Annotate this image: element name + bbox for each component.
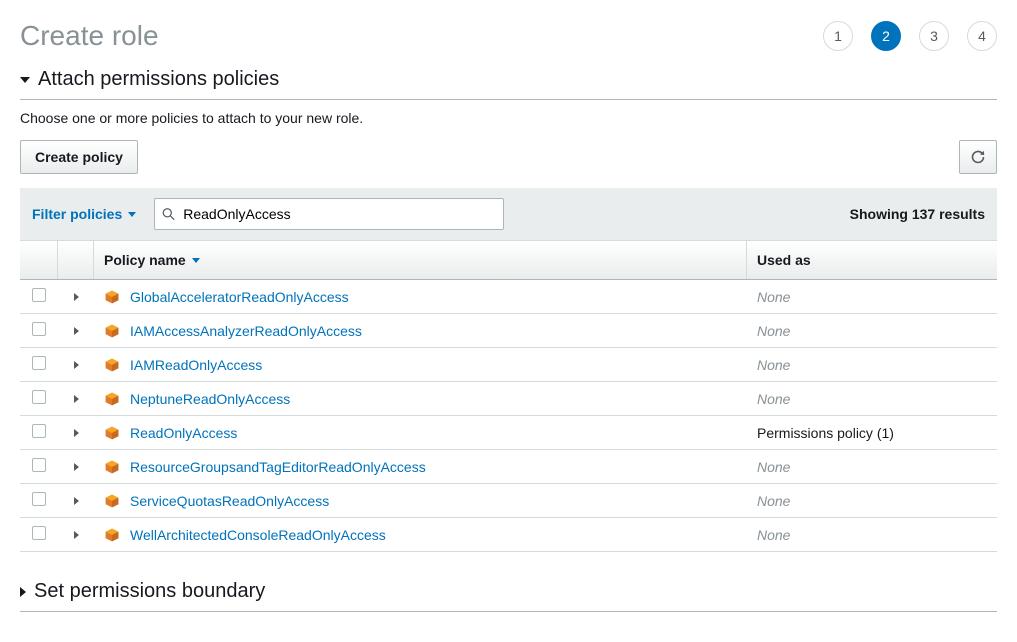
- policy-name-link[interactable]: ServiceQuotasReadOnlyAccess: [130, 493, 329, 509]
- row-checkbox[interactable]: [32, 322, 46, 336]
- attach-policies-title: Attach permissions policies: [38, 68, 279, 91]
- table-header: Policy name Used as: [20, 240, 997, 280]
- caret-right-icon: [20, 587, 26, 597]
- attach-policies-section-toggle[interactable]: Attach permissions policies: [20, 68, 997, 100]
- step-3[interactable]: 3: [919, 21, 949, 51]
- policy-name-link[interactable]: IAMReadOnlyAccess: [130, 357, 262, 373]
- row-checkbox[interactable]: [32, 356, 46, 370]
- attach-policies-subtext: Choose one or more policies to attach to…: [20, 110, 997, 126]
- policy-icon: [104, 425, 120, 441]
- policy-icon: [104, 357, 120, 373]
- expand-row-icon[interactable]: [74, 531, 79, 539]
- expand-row-icon[interactable]: [74, 463, 79, 471]
- used-as-cell: None: [747, 316, 997, 346]
- policy-name-link[interactable]: GlobalAcceleratorReadOnlyAccess: [130, 289, 349, 305]
- sort-indicator-icon: [192, 258, 200, 263]
- column-header-used-as[interactable]: Used as: [747, 241, 997, 279]
- refresh-icon: [970, 149, 986, 165]
- table-body: GlobalAcceleratorReadOnlyAccess None IAMA…: [20, 280, 997, 552]
- used-as-cell: Permissions policy (1): [747, 418, 997, 448]
- policy-icon: [104, 493, 120, 509]
- filter-policies-dropdown[interactable]: Filter policies: [32, 206, 136, 222]
- policy-icon: [104, 323, 120, 339]
- used-as-cell: None: [747, 520, 997, 550]
- table-row: WellArchitectedConsoleReadOnlyAccess None: [20, 518, 997, 552]
- permissions-boundary-section-toggle[interactable]: Set permissions boundary: [20, 580, 997, 612]
- policy-icon: [104, 459, 120, 475]
- row-checkbox[interactable]: [32, 288, 46, 302]
- step-1[interactable]: 1: [823, 21, 853, 51]
- expand-row-icon[interactable]: [74, 395, 79, 403]
- used-as-cell: None: [747, 350, 997, 380]
- wizard-stepper: 1234: [823, 21, 997, 51]
- table-row: GlobalAcceleratorReadOnlyAccess None: [20, 280, 997, 314]
- step-2[interactable]: 2: [871, 21, 901, 51]
- table-row: IAMReadOnlyAccess None: [20, 348, 997, 382]
- row-checkbox[interactable]: [32, 390, 46, 404]
- row-checkbox[interactable]: [32, 526, 46, 540]
- create-policy-button[interactable]: Create policy: [20, 140, 138, 174]
- table-row: NeptuneReadOnlyAccess None: [20, 382, 997, 416]
- expand-row-icon[interactable]: [74, 429, 79, 437]
- used-as-cell: None: [747, 486, 997, 516]
- search-input[interactable]: [154, 198, 504, 230]
- policy-icon: [104, 527, 120, 543]
- column-header-policy-name[interactable]: Policy name: [94, 241, 747, 279]
- permissions-boundary-title: Set permissions boundary: [34, 580, 265, 603]
- expand-row-icon[interactable]: [74, 327, 79, 335]
- policy-name-link[interactable]: IAMAccessAnalyzerReadOnlyAccess: [130, 323, 362, 339]
- used-as-cell: None: [747, 282, 997, 312]
- filter-bar: Filter policies Showing 137 results: [20, 188, 997, 240]
- step-4[interactable]: 4: [967, 21, 997, 51]
- caret-down-icon: [20, 77, 30, 83]
- policy-name-link[interactable]: ResourceGroupsandTagEditorReadOnlyAccess: [130, 459, 426, 475]
- policy-name-link[interactable]: NeptuneReadOnlyAccess: [130, 391, 290, 407]
- table-row: IAMAccessAnalyzerReadOnlyAccess None: [20, 314, 997, 348]
- expand-row-icon[interactable]: [74, 497, 79, 505]
- used-as-cell: None: [747, 452, 997, 482]
- expand-row-icon[interactable]: [74, 293, 79, 301]
- expand-row-icon[interactable]: [74, 361, 79, 369]
- used-as-cell: None: [747, 384, 997, 414]
- policy-name-link[interactable]: ReadOnlyAccess: [130, 425, 237, 441]
- filter-policies-label: Filter policies: [32, 206, 122, 222]
- table-row: ReadOnlyAccess Permissions policy (1): [20, 416, 997, 450]
- search-icon: [162, 208, 175, 221]
- table-row: ServiceQuotasReadOnlyAccess None: [20, 484, 997, 518]
- results-count: Showing 137 results: [850, 206, 985, 222]
- policy-icon: [104, 391, 120, 407]
- policy-name-link[interactable]: WellArchitectedConsoleReadOnlyAccess: [130, 527, 386, 543]
- chevron-down-icon: [128, 212, 136, 217]
- policy-icon: [104, 289, 120, 305]
- table-row: ResourceGroupsandTagEditorReadOnlyAccess…: [20, 450, 997, 484]
- refresh-button[interactable]: [959, 140, 997, 174]
- row-checkbox[interactable]: [32, 458, 46, 472]
- row-checkbox[interactable]: [32, 492, 46, 506]
- row-checkbox[interactable]: [32, 424, 46, 438]
- page-title: Create role: [20, 20, 159, 52]
